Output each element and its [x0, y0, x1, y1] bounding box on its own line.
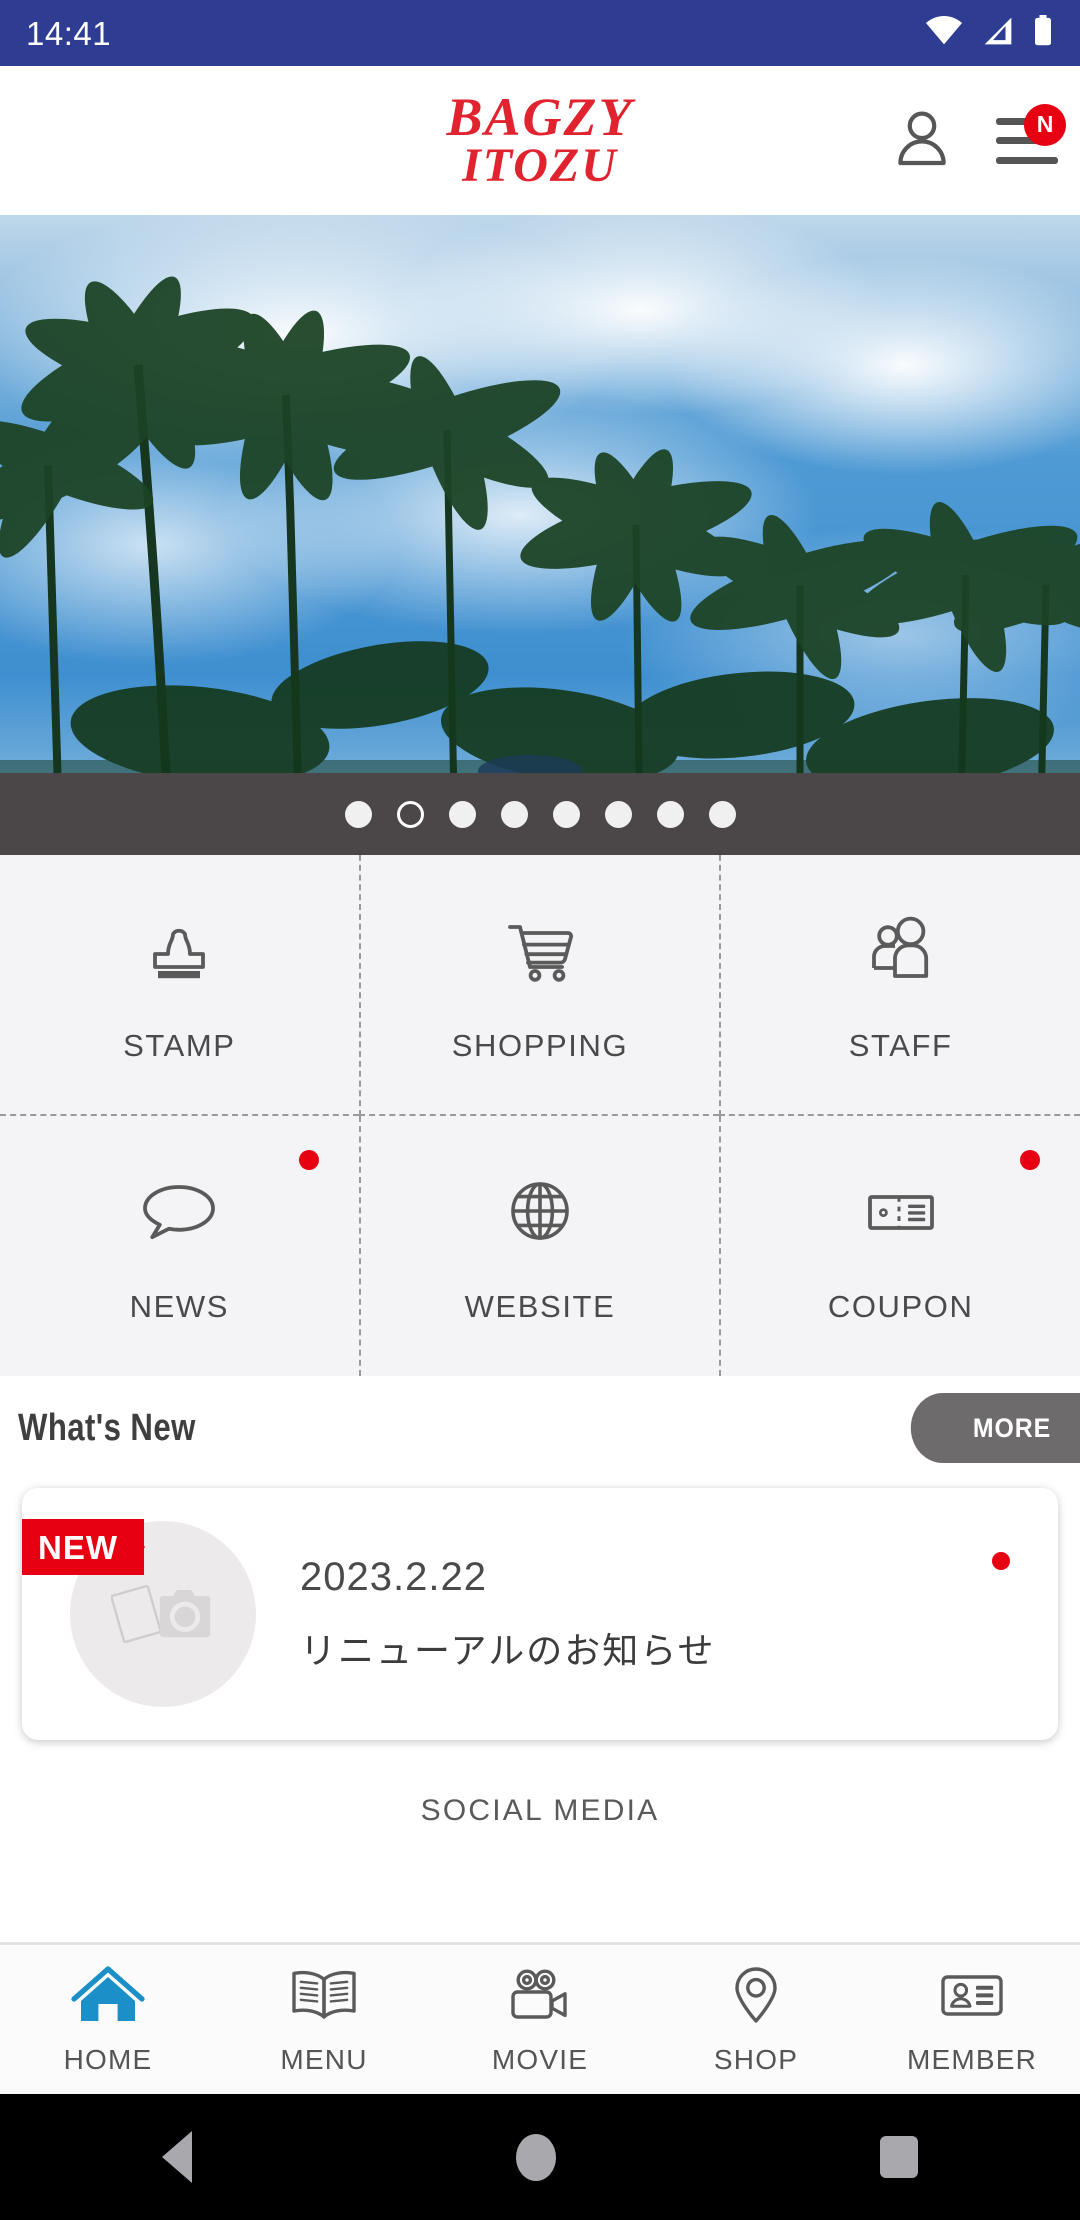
home-icon: [70, 1963, 146, 2032]
news-date: 2023.2.22: [300, 1554, 487, 1599]
carousel-dot-active[interactable]: [396, 800, 424, 828]
tab-movie[interactable]: MOVIE: [432, 1945, 648, 2094]
social-media-label: SOCIAL MEDIA: [420, 1794, 660, 1827]
news-card[interactable]: NEW 2023.2.22 リニューアルのお知らせ: [22, 1488, 1058, 1740]
logo-line-2: ITOZU: [462, 139, 618, 193]
recents-square-icon[interactable]: [880, 2136, 918, 2178]
whats-new-header: What's New MORE: [0, 1376, 1080, 1480]
news-headline: リニューアルのお知らせ: [300, 1629, 716, 1671]
menu-item-label: SHOPPING: [451, 1027, 629, 1063]
tab-menu[interactable]: MENU: [216, 1945, 432, 2094]
header-actions: N: [894, 66, 1066, 215]
menu-item-website[interactable]: WEBSITE: [358, 1115, 720, 1376]
system-navigation-bar: [0, 2094, 1080, 2220]
tab-label: SHOP: [713, 2044, 799, 2075]
menu-grid-row: NEWS WEBSITE COUPON: [0, 1115, 1080, 1376]
tab-label: MENU: [280, 2044, 368, 2075]
menu-item-coupon[interactable]: COUPON: [719, 1115, 1080, 1376]
shopping-cart-icon: [494, 905, 586, 1002]
photo-placeholder-icon: [110, 1572, 215, 1657]
menu-item-label: COUPON: [827, 1289, 974, 1325]
bottom-tab-bar: HOME MENU MOVIE SHOP MEMBER: [0, 1944, 1080, 2094]
whats-new-title: What's New: [18, 1406, 196, 1449]
status-bar-time: 14:41: [26, 14, 112, 52]
menu-item-staff[interactable]: STAFF: [719, 855, 1080, 1116]
carousel-dot[interactable]: [604, 800, 632, 828]
people-icon: [855, 905, 947, 1002]
tab-member[interactable]: MEMBER: [864, 1945, 1080, 2094]
app-screen: 14:41 BAGZY ITOZU N STAMP SHOPPING STAFF…: [0, 0, 1080, 2220]
back-triangle-icon[interactable]: [162, 2131, 192, 2183]
map-pin-icon: [718, 1963, 794, 2032]
carousel-dot[interactable]: [552, 800, 580, 828]
tab-label: HOME: [63, 2044, 153, 2075]
coupon-notification-dot: [1020, 1149, 1041, 1170]
menu-grid: STAMP SHOPPING STAFF NEWS WEBSITE COUPON: [0, 855, 1080, 1376]
carousel-dot[interactable]: [448, 800, 476, 828]
hero-image: [0, 215, 1080, 855]
news-notification-dot: [298, 1149, 319, 1170]
book-icon: [286, 1963, 362, 2032]
speech-bubble-icon: [133, 1166, 225, 1263]
news-unread-dot: [992, 1552, 1010, 1570]
whats-new-list: NEW 2023.2.22 リニューアルのお知らせ: [0, 1480, 1080, 1760]
menu-item-label: NEWS: [129, 1289, 230, 1325]
ticket-icon: [855, 1166, 947, 1263]
news-card-body: 2023.2.22 リニューアルのお知らせ: [300, 1555, 715, 1674]
menu-item-label: WEBSITE: [464, 1289, 616, 1325]
menu-item-label: STAMP: [123, 1027, 236, 1063]
menu-grid-row: STAMP SHOPPING STAFF: [0, 855, 1080, 1116]
cellular-signal-icon: [980, 16, 1016, 51]
menu-item-news[interactable]: NEWS: [0, 1115, 359, 1376]
globe-icon: [494, 1166, 586, 1263]
id-card-icon: [934, 1963, 1010, 2032]
tab-label: MEMBER: [906, 2044, 1038, 2075]
logo-line-1: BAGZY: [446, 86, 634, 147]
menu-notification-badge: N: [1024, 103, 1066, 146]
menu-item-shopping[interactable]: SHOPPING: [358, 855, 720, 1116]
account-button[interactable]: [894, 109, 950, 172]
status-bar: 14:41: [0, 0, 1080, 66]
new-badge: NEW: [22, 1519, 145, 1575]
carousel-dot[interactable]: [500, 800, 528, 828]
hero-carousel[interactable]: [0, 215, 1080, 855]
stamp-icon: [133, 905, 225, 1002]
whats-new-more-button[interactable]: MORE: [910, 1393, 1080, 1463]
tab-shop[interactable]: SHOP: [648, 1945, 864, 2094]
video-camera-icon: [502, 1963, 578, 2032]
carousel-dot[interactable]: [344, 800, 372, 828]
battery-icon: [1032, 14, 1054, 52]
home-circle-icon[interactable]: [516, 2133, 556, 2181]
app-logo[interactable]: BAGZY ITOZU: [446, 86, 634, 193]
status-bar-icons: [924, 14, 1054, 52]
carousel-dots[interactable]: [0, 773, 1080, 855]
tab-label: MOVIE: [491, 2044, 589, 2075]
carousel-dot[interactable]: [708, 800, 736, 828]
carousel-dot[interactable]: [656, 800, 684, 828]
wifi-icon: [924, 15, 964, 51]
menu-item-label: STAFF: [848, 1027, 953, 1063]
social-media-section: SOCIAL MEDIA: [0, 1760, 1080, 1944]
tab-home[interactable]: HOME: [0, 1945, 216, 2094]
app-header: BAGZY ITOZU N: [0, 66, 1080, 215]
menu-button[interactable]: N: [996, 103, 1066, 164]
menu-item-stamp[interactable]: STAMP: [0, 855, 359, 1116]
person-icon: [894, 109, 950, 172]
